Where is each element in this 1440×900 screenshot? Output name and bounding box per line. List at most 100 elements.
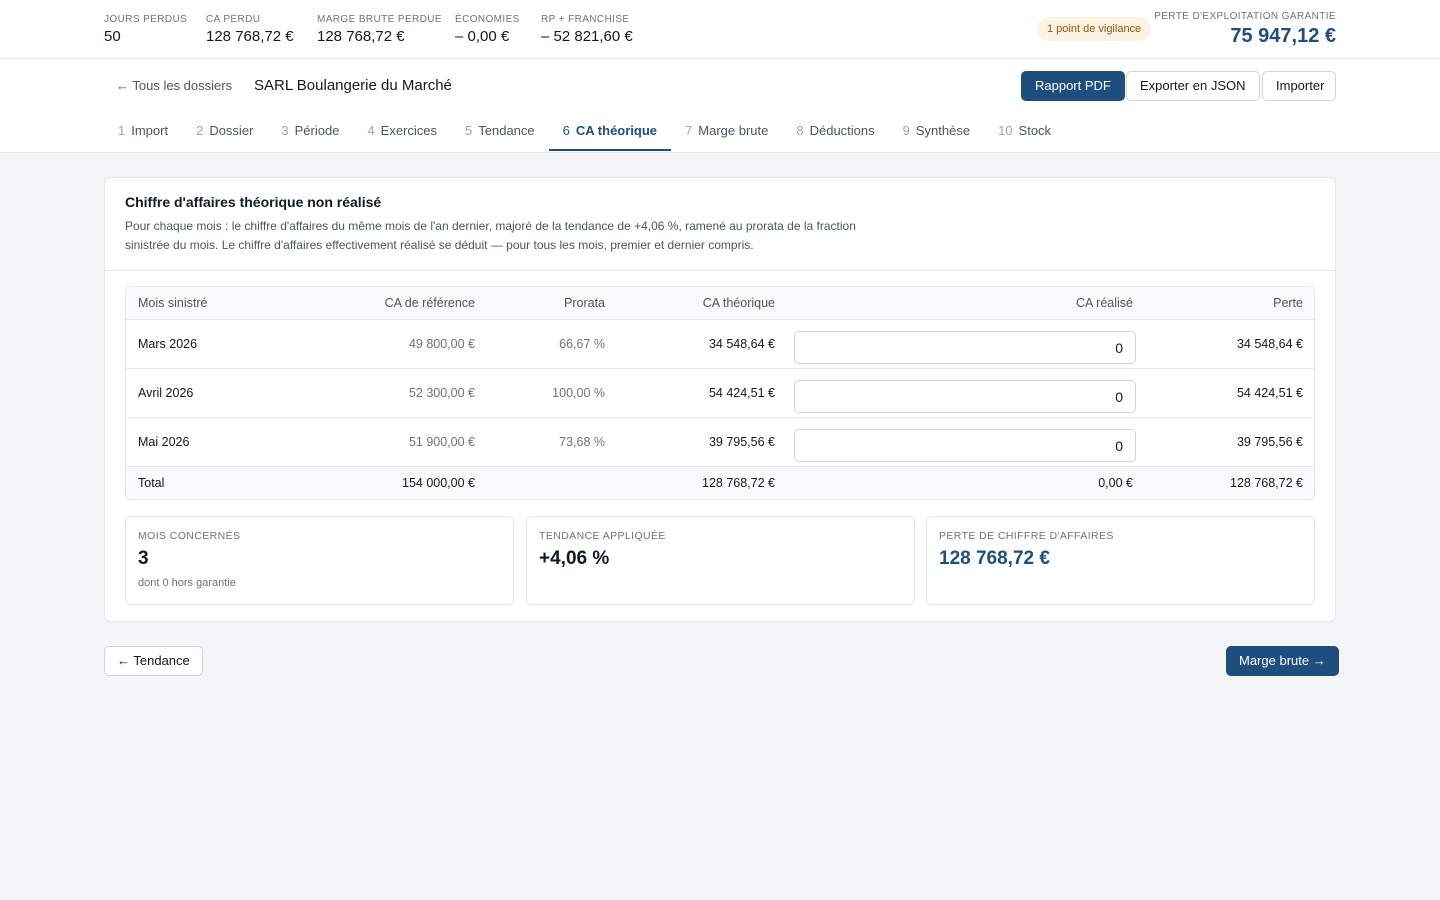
kpi-marge-brute-perdue: MARGE BRUTE PERDUE 128 768,72 € — [317, 14, 442, 45]
kpi-rp-franchise: RP + FRANCHISE – 52 821,60 € — [541, 14, 633, 45]
tab-label: Stock — [1018, 123, 1052, 138]
table-header-row: Mois sinistré CA de référence Prorata CA… — [126, 287, 1314, 320]
tab-label: Dossier — [209, 123, 254, 138]
cell-prorata: 73,68 % — [559, 435, 605, 449]
table-row: Avril 2026 52 300,00 € 100,00 % 54 424,5… — [126, 369, 1314, 418]
col-header-prorata: Prorata — [564, 296, 605, 310]
kpi-jours-perdus: JOURS PERDUS 50 — [104, 14, 187, 45]
stat-value: +4,06 % — [539, 548, 610, 569]
tab-marge-brute[interactable]: 7 Marge brute — [671, 119, 782, 151]
cell-month: Mai 2026 — [138, 435, 190, 449]
tab-number: 10 — [998, 123, 1013, 138]
vigilance-badge[interactable]: 1 point de vigilance — [1037, 17, 1152, 41]
kpi-economies: ÉCONOMIES – 0,00 € — [455, 14, 520, 45]
card-header: Chiffre d'affaires théorique non réalisé… — [105, 178, 1335, 271]
ca-realise-input[interactable] — [794, 331, 1136, 364]
tab-label: Tendance — [478, 123, 535, 138]
cell-month: Avril 2026 — [138, 386, 194, 400]
total-theorique: 128 768,72 € — [702, 476, 775, 490]
cell-prorata: 100,00 % — [552, 386, 605, 400]
tab-synthese[interactable]: 9 Synthèse — [889, 119, 984, 151]
stat-tendance: TENDANCE APPLIQUÉE +4,06 % — [526, 516, 915, 605]
card-description: Pour chaque mois : le chiffre d'affaires… — [125, 219, 856, 252]
tab-label: Import — [131, 123, 169, 138]
tab-number: 1 — [118, 123, 126, 138]
total-label: Total — [138, 476, 165, 490]
cell-theorique: 39 795,56 € — [708, 435, 775, 449]
tab-number: 6 — [562, 123, 570, 138]
kpi-label: ÉCONOMIES — [455, 14, 520, 25]
tab-number: 3 — [281, 123, 289, 138]
tab-number: 4 — [367, 123, 375, 138]
table-total-row: Total 154 000,00 € 128 768,72 € 0,00 € 1… — [126, 467, 1314, 499]
cell-theorique: 54 424,51 € — [708, 386, 775, 400]
cell-perte: 34 548,64 € — [1236, 337, 1303, 351]
cell-ref: 49 800,00 € — [408, 337, 475, 351]
cell-perte: 39 795,56 € — [1236, 435, 1303, 449]
tab-label: Marge brute — [698, 123, 769, 138]
col-header-ref: CA de référence — [384, 296, 475, 310]
tab-label: CA théorique — [575, 123, 658, 138]
tab-number: 2 — [196, 123, 204, 138]
ca-realise-input[interactable] — [794, 429, 1136, 462]
tab-periode[interactable]: 3 Période — [267, 119, 353, 151]
stat-label: TENDANCE APPLIQUÉE — [539, 530, 666, 542]
tab-deductions[interactable]: 8 Déductions — [782, 119, 888, 151]
kpi-value: 75 947,12 € — [1230, 25, 1336, 47]
tab-exercices[interactable]: 4 Exercices — [353, 119, 451, 151]
table-row: Mars 2026 49 800,00 € 66,67 % 34 548,64 … — [126, 320, 1314, 369]
dossier-header: ← Tous les dossiers SARL Boulangerie du … — [0, 59, 1440, 153]
tab-dossier[interactable]: 2 Dossier — [182, 119, 267, 151]
tab-tendance[interactable]: 5 Tendance — [451, 119, 549, 151]
table-row: Mai 2026 51 900,00 € 73,68 % 39 795,56 €… — [126, 418, 1314, 467]
total-realise: 0,00 € — [1098, 476, 1133, 490]
kpi-label: MARGE BRUTE PERDUE — [317, 14, 442, 25]
tab-label: Déductions — [809, 123, 875, 138]
tab-number: 5 — [465, 123, 473, 138]
tab-number: 7 — [685, 123, 693, 138]
kpi-label: JOURS PERDUS — [104, 14, 188, 25]
cell-ref: 52 300,00 € — [408, 386, 475, 400]
tab-label: Exercices — [380, 123, 438, 138]
export-json-button[interactable]: Exporter en JSON — [1126, 71, 1260, 101]
col-header-realise: CA réalisé — [1076, 296, 1133, 310]
kpi-value: 128 768,72 € — [206, 28, 294, 45]
cell-ref: 51 900,00 € — [408, 435, 475, 449]
col-header-month: Mois sinistré — [138, 296, 208, 310]
stat-value: 128 768,72 € — [939, 548, 1050, 569]
tab-number: 8 — [796, 123, 804, 138]
import-button[interactable]: Importer — [1262, 71, 1336, 101]
total-ref: 154 000,00 € — [402, 476, 475, 490]
pdf-report-button[interactable]: Rapport PDF — [1021, 71, 1125, 101]
tab-ca-theorique[interactable]: 6 CA théorique — [548, 119, 672, 151]
kpi-value: – 0,00 € — [455, 28, 510, 45]
total-perte: 128 768,72 € — [1230, 476, 1303, 490]
next-step-button[interactable]: Marge brute → — [1226, 646, 1339, 676]
kpi-label: PERTE D'EXPLOITATION GARANTIE — [1154, 11, 1336, 22]
kpi-perte-exploitation: PERTE D'EXPLOITATION GARANTIE 75 947,12 … — [1154, 11, 1336, 48]
ca-realise-input[interactable] — [794, 380, 1136, 413]
col-header-perte: Perte — [1273, 296, 1303, 310]
stat-value: 3 — [138, 548, 149, 569]
stat-label: MOIS CONCERNÉS — [138, 530, 241, 542]
prev-step-button[interactable]: ← Tendance — [104, 646, 203, 676]
monthly-table: Mois sinistré CA de référence Prorata CA… — [125, 286, 1315, 500]
cell-theorique: 34 548,64 € — [708, 337, 775, 351]
stat-perte-ca: PERTE DE CHIFFRE D'AFFAIRES 128 768,72 € — [926, 516, 1315, 605]
tab-label: Période — [294, 123, 340, 138]
stat-label: PERTE DE CHIFFRE D'AFFAIRES — [939, 530, 1114, 542]
kpi-value: 50 — [104, 28, 121, 45]
cell-prorata: 66,67 % — [559, 337, 605, 351]
back-to-dossiers-link[interactable]: ← Tous les dossiers — [116, 78, 232, 93]
tab-import[interactable]: 1 Import — [104, 119, 182, 151]
tab-stock[interactable]: 10 Stock — [984, 119, 1065, 151]
stat-mois-concernes: MOIS CONCERNÉS 3 dont 0 hors garantie — [125, 516, 514, 605]
kpi-label: CA PERDU — [206, 14, 261, 25]
step-tabs: 1 Import 2 Dossier 3 Période 4 Exercices 5 Te… — [104, 119, 1065, 153]
kpi-value: 128 768,72 € — [317, 28, 405, 45]
dossier-title: SARL Boulangerie du Marché — [254, 77, 452, 94]
card-title: Chiffre d'affaires théorique non réalisé — [125, 194, 382, 210]
ca-theorique-card: Chiffre d'affaires théorique non réalisé… — [104, 177, 1336, 622]
stat-subtext: dont 0 hors garantie — [138, 577, 236, 589]
kpi-ca-perdu: CA PERDU 128 768,72 € — [206, 14, 294, 45]
